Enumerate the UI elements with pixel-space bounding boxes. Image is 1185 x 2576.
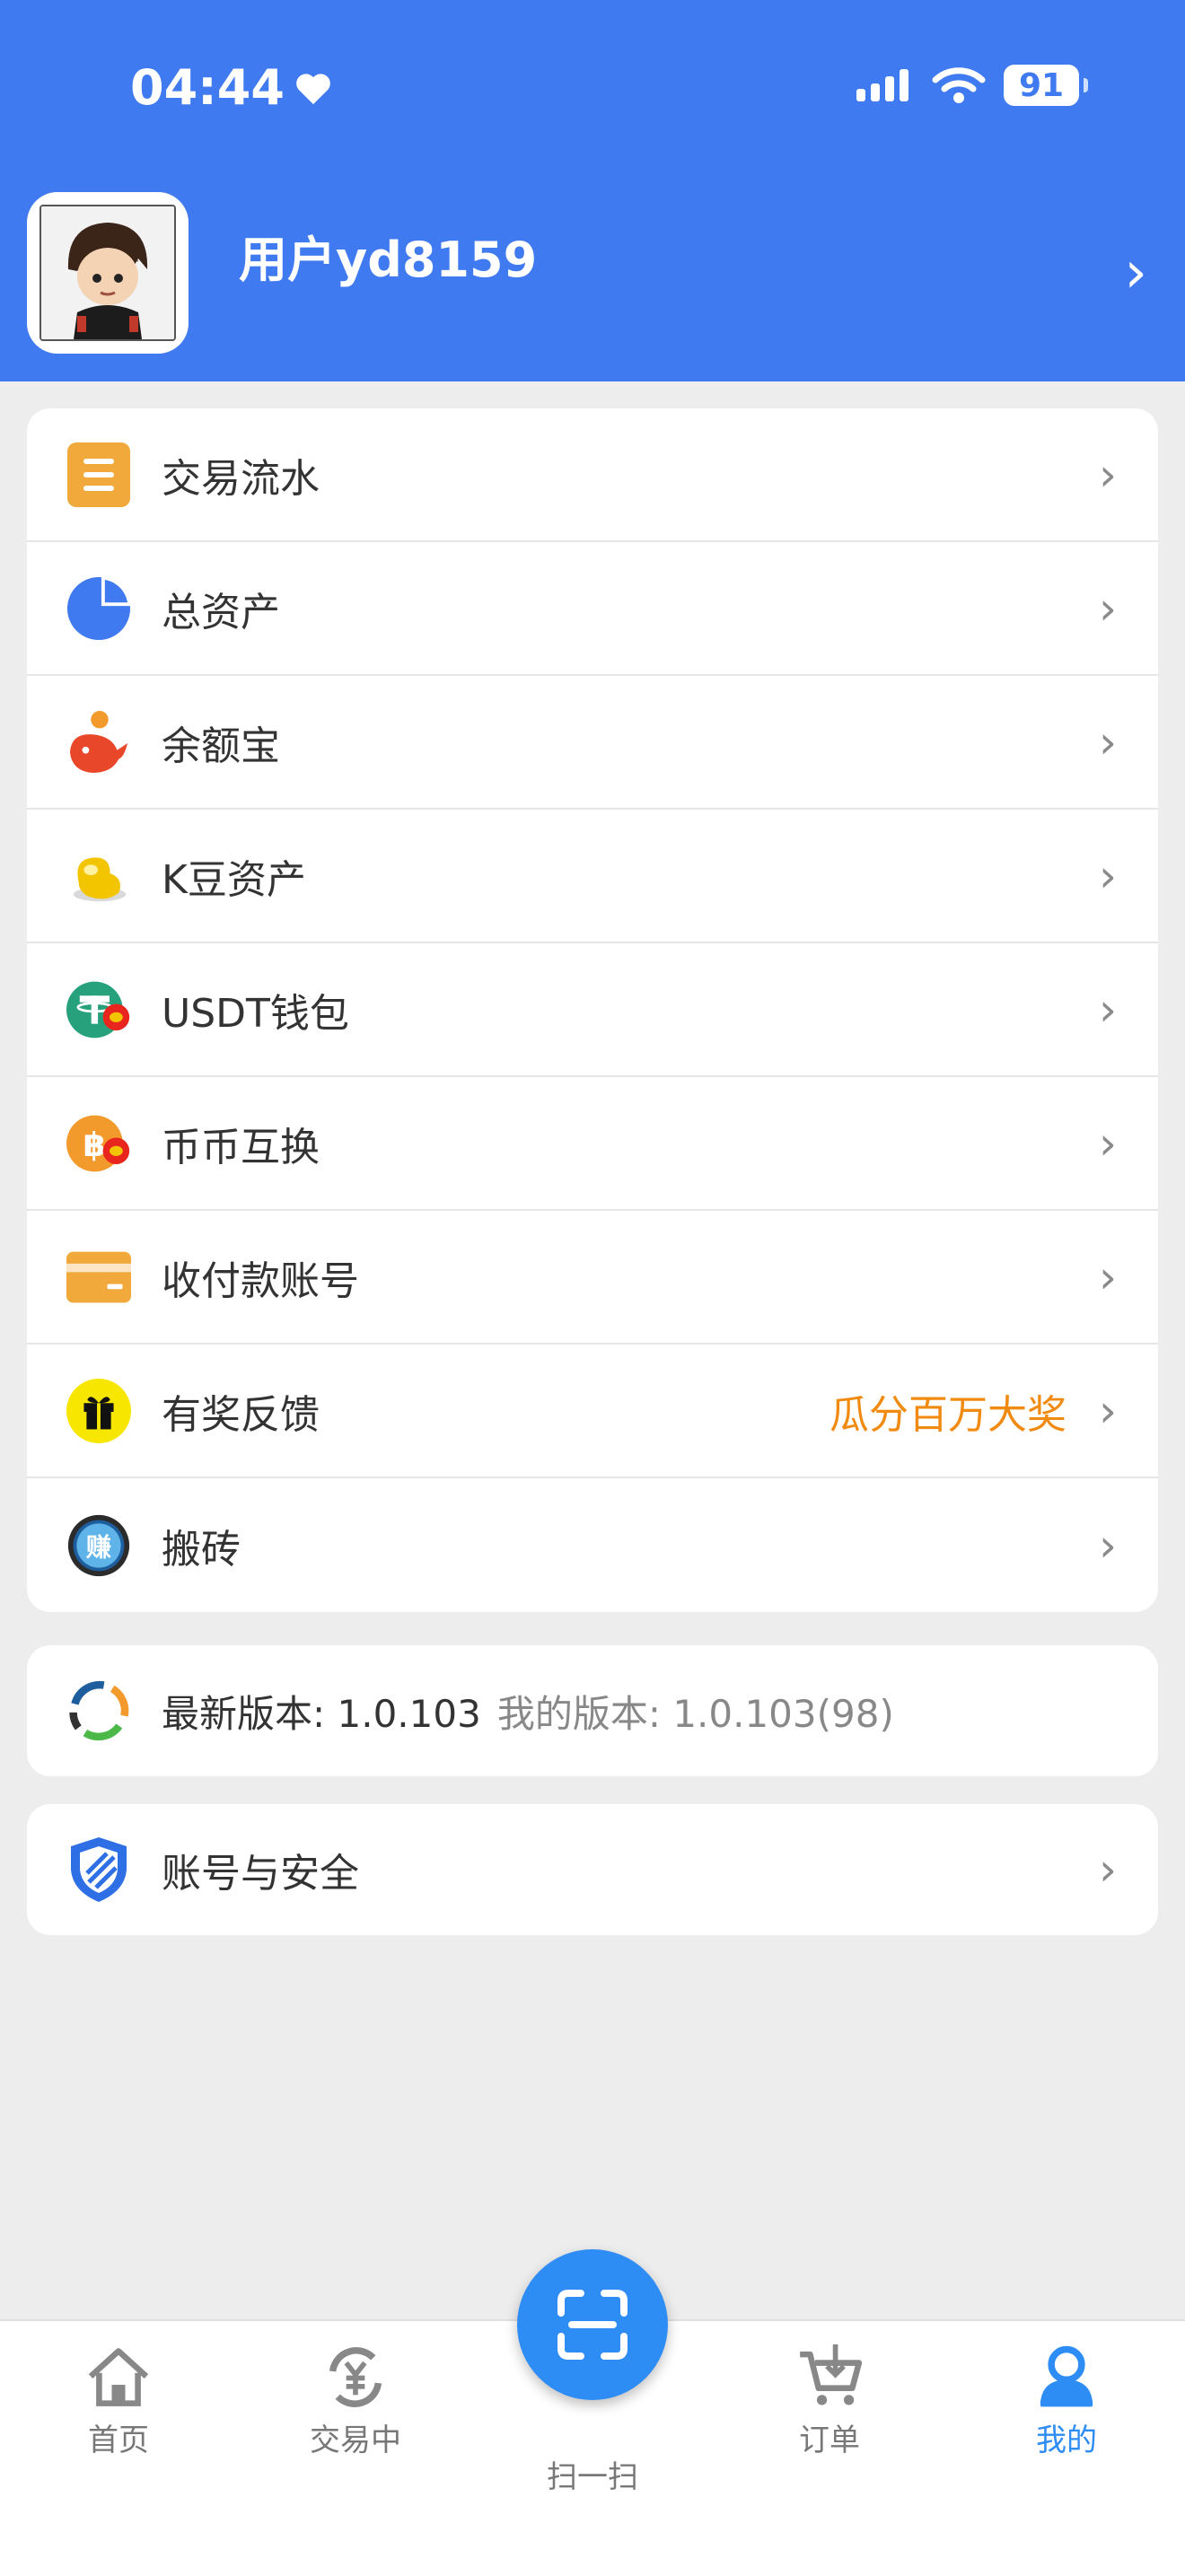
menu-label: 收付款账号	[162, 1257, 359, 1304]
profile-header: 04:44 91 用户yd8159 ›	[0, 0, 1185, 381]
heart-icon	[296, 73, 330, 104]
ledger-icon	[66, 442, 131, 507]
latest-version: 最新版本: 1.0.103	[162, 1691, 481, 1736]
earn-icon: 赚	[66, 1513, 131, 1578]
status-time-text: 04:44	[130, 59, 285, 116]
bean-icon	[66, 844, 131, 908]
pie-chart-icon	[66, 575, 131, 641]
feedback-promo-text: 瓜分百万大奖	[830, 1391, 1066, 1438]
home-icon	[88, 2348, 149, 2406]
chevron-right-icon: ›	[1099, 983, 1117, 1036]
version-card: 最新版本: 1.0.103 我的版本: 1.0.103(98)	[27, 1645, 1158, 1776]
scan-button[interactable]	[517, 2249, 668, 2400]
menu-label: K豆资产	[162, 856, 306, 903]
menu-label: 总资产	[162, 589, 280, 635]
tab-home[interactable]: 首页	[42, 2343, 195, 2459]
tab-label: 我的	[1036, 2423, 1097, 2458]
menu-item-yuebao[interactable]: 余额宝 ›	[27, 676, 1158, 810]
menu-item-coin-swap[interactable]: ฿ 币币互换 ›	[27, 1077, 1158, 1211]
menu-item-usdt-wallet[interactable]: USDT钱包 ›	[27, 943, 1158, 1077]
menu-item-transactions[interactable]: 交易流水 ›	[27, 408, 1158, 542]
user-icon	[1040, 2345, 1093, 2407]
svg-text:฿: ฿	[83, 1125, 106, 1163]
avatar[interactable]	[27, 192, 189, 354]
cart-icon	[800, 2344, 863, 2405]
status-indicators: 91	[855, 65, 1088, 106]
menu-label: 余额宝	[162, 723, 280, 769]
refresh-icon	[66, 1678, 131, 1743]
tab-label: 扫一扫	[547, 2459, 638, 2495]
profile-row[interactable]: 用户yd8159 ›	[27, 192, 1158, 354]
bitcoin-icon: ฿	[66, 1111, 131, 1176]
chevron-right-icon: ›	[1099, 1117, 1117, 1170]
username: 用户yd8159	[239, 231, 538, 288]
chevron-right-icon: ›	[1099, 849, 1117, 902]
tab-mine[interactable]: 我的	[990, 2343, 1143, 2459]
whale-icon	[66, 710, 131, 775]
menu-label: USDT钱包	[162, 990, 349, 1037]
battery-level: 91	[1018, 66, 1065, 104]
tether-icon	[66, 977, 131, 1042]
menu-label: 交易流水	[162, 455, 320, 502]
version-text: 最新版本: 1.0.103 我的版本: 1.0.103(98)	[162, 1684, 1158, 1739]
svg-text:赚: 赚	[86, 1532, 111, 1562]
signal-icon	[856, 69, 908, 101]
menu-item-banzhuan[interactable]: 赚 搬砖 ›	[27, 1478, 1158, 1612]
menu-item-payment-accounts[interactable]: 收付款账号 ›	[27, 1211, 1158, 1345]
tab-label: 订单	[799, 2423, 860, 2458]
chevron-right-icon: ›	[1099, 448, 1117, 501]
version-row[interactable]: 最新版本: 1.0.103 我的版本: 1.0.103(98)	[27, 1645, 1158, 1776]
tab-label: 首页	[88, 2423, 149, 2458]
chevron-right-icon: ›	[1099, 1384, 1117, 1437]
tab-orders[interactable]: 订单	[753, 2343, 906, 2459]
tab-trading[interactable]: 交易中	[279, 2343, 432, 2459]
chevron-right-icon: ›	[1124, 240, 1147, 306]
tab-scan[interactable]: 扫一扫	[516, 2398, 669, 2515]
wifi-icon	[932, 67, 986, 103]
chevron-right-icon: ›	[1099, 1519, 1117, 1572]
chevron-right-icon: ›	[1099, 582, 1117, 635]
status-time: 04:44	[130, 59, 333, 116]
menu-label: 有奖反馈	[162, 1391, 320, 1438]
avatar-image	[40, 205, 176, 341]
scan-icon	[557, 2290, 628, 2360]
menu-item-total-assets[interactable]: 总资产 ›	[27, 542, 1158, 676]
menu-item-account-security[interactable]: 账号与安全 ›	[27, 1804, 1158, 1935]
card-icon	[66, 1245, 131, 1310]
chevron-right-icon: ›	[1099, 715, 1117, 768]
chevron-right-icon: ›	[1099, 1250, 1117, 1303]
chevron-right-icon: ›	[1099, 1844, 1117, 1896]
yuan-exchange-icon	[329, 2347, 382, 2407]
menu-card: 交易流水 › 总资产 › 余额宝 › K豆资产 › USDT钱包 › ฿ 币币互…	[27, 408, 1158, 1612]
menu-item-feedback[interactable]: 有奖反馈 瓜分百万大奖 ›	[27, 1345, 1158, 1478]
menu-label: 币币互换	[162, 1124, 320, 1170]
menu-label: 账号与安全	[162, 1851, 359, 1897]
my-version: 我的版本: 1.0.103(98)	[496, 1691, 894, 1736]
menu-item-kdou-assets[interactable]: K豆资产 ›	[27, 810, 1158, 943]
gift-icon	[66, 1378, 131, 1443]
tab-label: 交易中	[310, 2423, 401, 2458]
security-card: 账号与安全 ›	[27, 1804, 1158, 1935]
shield-icon	[66, 1837, 131, 1902]
battery-indicator: 91	[1004, 65, 1088, 106]
menu-label: 搬砖	[162, 1526, 241, 1573]
